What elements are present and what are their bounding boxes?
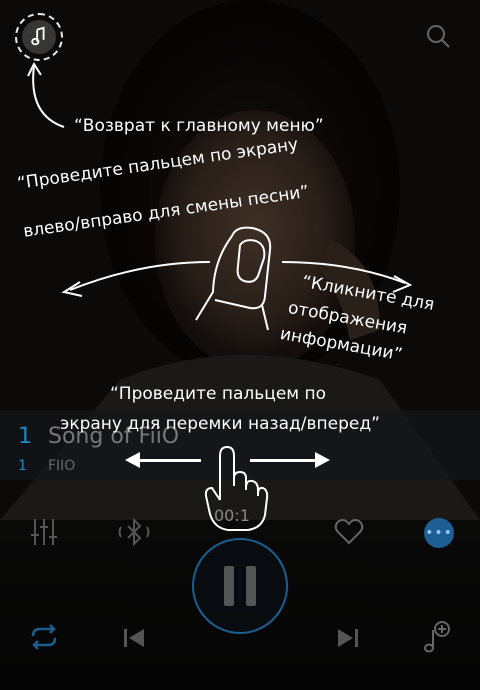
favorite-button[interactable]	[332, 516, 366, 548]
player-screen: 1 1 Song of FiiO FIIO 00:1 ••• “Возврат …	[0, 0, 480, 690]
more-icon: •••	[424, 518, 454, 548]
play-pause-button[interactable]	[192, 538, 288, 634]
music-note-icon	[31, 26, 45, 46]
add-to-playlist-icon	[424, 621, 450, 653]
seek-hint-line2: экрану для перемки назад/вперед”	[60, 414, 380, 434]
bluetooth-icon	[118, 517, 150, 547]
add-to-playlist-button[interactable]	[420, 620, 454, 654]
equalizer-button[interactable]	[28, 516, 60, 548]
artist-name: FIIO	[48, 458, 76, 474]
previous-button[interactable]	[120, 624, 148, 652]
home-hint-text: “Возврат к главному меню”	[74, 116, 324, 136]
pause-icon	[224, 566, 256, 606]
search-icon	[427, 25, 450, 48]
seek-hint-line1: “Проведите пальцем по	[110, 384, 327, 404]
home-button[interactable]	[15, 13, 63, 61]
current-time: 00:1	[214, 506, 250, 525]
bluetooth-button[interactable]	[114, 516, 154, 548]
repeat-icon	[31, 624, 57, 650]
search-button[interactable]	[416, 14, 460, 58]
next-icon	[338, 629, 358, 647]
track-number: 1	[18, 424, 32, 449]
next-button[interactable]	[334, 624, 362, 652]
equalizer-icon	[31, 519, 57, 545]
heart-icon	[334, 519, 364, 545]
more-button[interactable]: •••	[422, 516, 456, 550]
previous-icon	[124, 629, 144, 647]
repeat-button[interactable]	[26, 622, 62, 652]
track-total: 1	[18, 458, 27, 474]
